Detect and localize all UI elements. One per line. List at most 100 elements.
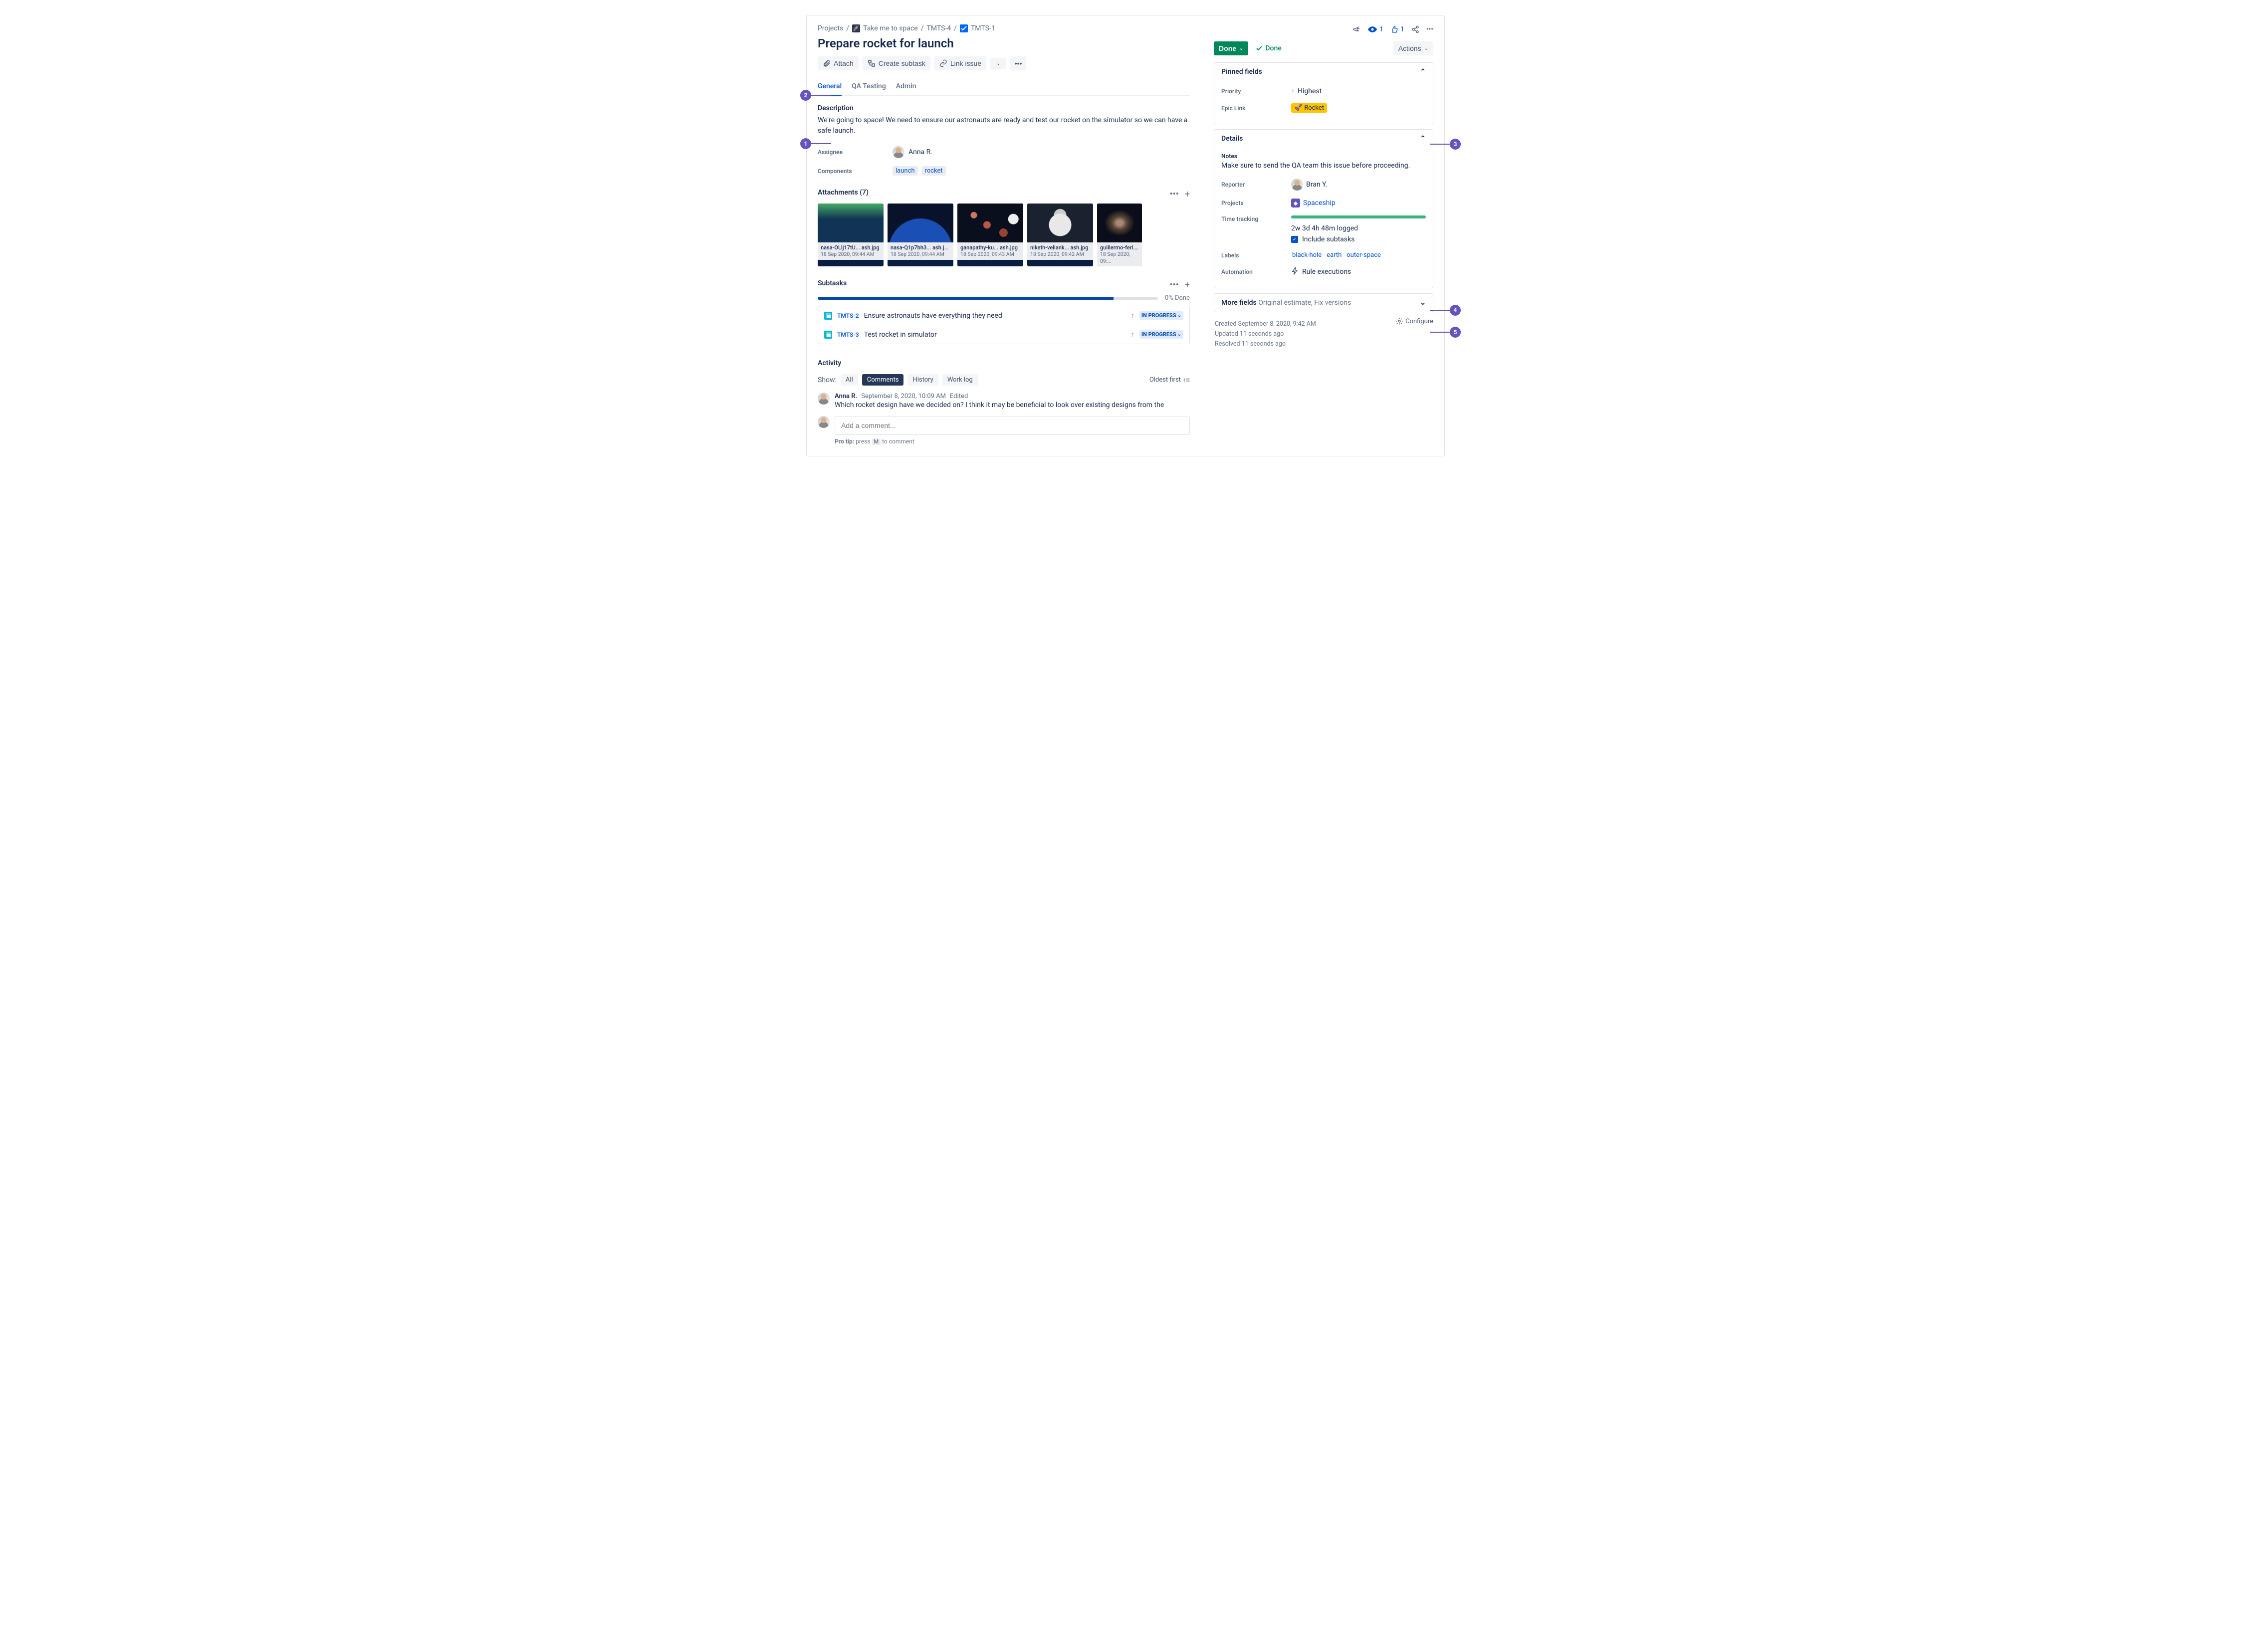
issue-type-icon [960,24,968,32]
comment-author[interactable]: Anna R. [835,393,857,400]
subtask-row[interactable]: TMTS-2 Ensure astronauts have everything… [818,306,1189,325]
subtask-title[interactable]: Test rocket in simulator [864,331,1126,339]
priority-highest-icon: ↑ [1291,87,1295,95]
activity-tab-history[interactable]: History [907,374,938,386]
chevron-down-icon: ⌄ [1239,46,1243,51]
tab-qa-testing[interactable]: QA Testing [852,79,886,96]
create-subtask-button[interactable]: Create subtask [863,56,930,70]
attachment-thumb[interactable]: nasa-OLlj17tU... ash.jpg18 Sep 2020, 09:… [818,204,884,266]
breadcrumb-projects[interactable]: Projects [818,24,843,32]
time-tracking-bar[interactable] [1291,215,1426,218]
more-actions-button[interactable]: ••• [1010,56,1026,70]
subtask-key[interactable]: TMTS-3 [837,331,859,338]
pinned-fields-header[interactable]: Pinned fields ⌃ [1214,63,1433,81]
priority-value[interactable]: Highest [1298,87,1322,95]
label-chip[interactable]: earth [1326,251,1343,259]
reporter-avatar[interactable] [1291,179,1303,191]
attachment-thumb[interactable]: niketh-vellank... ash.jpg18 Sep 2020, 09… [1027,204,1093,266]
comment-avatar[interactable] [818,393,830,405]
assignee-avatar[interactable] [893,146,904,158]
attachment-thumb[interactable]: guillermo-ferl... a...18 Sep 2020, 09:..… [1097,204,1142,266]
notes-text[interactable]: Make sure to send the QA team this issue… [1221,162,1426,170]
attachment-thumb[interactable]: ganapathy-ku... ash.jpg18 Sep 2020, 09:4… [957,204,1023,266]
annotation-line [1430,144,1450,145]
subtask-type-icon [824,312,832,320]
annotation-1: 1 [800,138,811,149]
assignee-label: Assignee [818,149,893,156]
activity-tab-worklog[interactable]: Work log [942,374,978,386]
add-comment-input[interactable] [835,416,1190,435]
epic-link-badge[interactable]: 🚀Rocket [1291,103,1327,113]
subtask-status[interactable]: IN PROGRESS ⌄ [1139,330,1183,339]
include-subtasks-label: Include subtasks [1302,235,1354,243]
link-icon [939,59,947,67]
vote-button[interactable]: 1 [1390,25,1404,33]
more-button[interactable]: ••• [1426,25,1433,33]
breadcrumb-issue[interactable]: TMTS-1 [971,24,995,32]
configure-button[interactable]: Configure [1395,317,1433,325]
components-label: Components [818,168,893,175]
attach-button[interactable]: Attach [818,56,859,70]
chevron-down-icon: ⌄ [1424,46,1428,51]
assignee-name[interactable]: Anna R. [908,148,932,156]
watchers-button[interactable]: 1 [1367,24,1383,34]
label-chip[interactable]: outer-space [1346,251,1382,259]
attachment-image [818,204,884,242]
pro-tip: Pro tip: press M to comment [835,438,1190,445]
link-issue-button[interactable]: Link issue [934,56,986,70]
chevron-down-icon: ⌄ [996,61,1000,66]
details-header[interactable]: Details ⌃ [1214,130,1433,148]
breadcrumb-parent[interactable]: TMTS-4 [927,24,951,32]
description-text[interactable]: We're going to space! We need to ensure … [818,115,1190,136]
link-issue-dropdown[interactable]: ⌄ [990,58,1006,69]
subtasks-progress-label: 0% Done [1165,294,1190,302]
attachments-more-icon[interactable]: ••• [1170,189,1179,200]
include-subtasks-checkbox[interactable]: ✓ [1291,236,1298,243]
subtasks-add-icon[interactable]: + [1185,280,1190,290]
automation-link[interactable]: Rule executions [1302,268,1351,276]
annotation-line [1430,332,1450,333]
issue-title[interactable]: Prepare rocket for launch [818,36,1190,50]
activity-sort-button[interactable]: Oldest first ↑≡ [1149,376,1190,384]
reporter-name[interactable]: Bran Y. [1306,181,1328,189]
subtasks-more-icon[interactable]: ••• [1170,280,1179,290]
attachments-add-icon[interactable]: + [1185,189,1190,200]
subtask-status[interactable]: IN PROGRESS ⌄ [1139,311,1183,320]
subtask-type-icon [824,331,832,339]
time-tracking-value: 2w 3d 4h 48m logged [1291,224,1426,232]
project-link[interactable]: Spaceship [1303,199,1336,207]
attachment-image [1027,204,1093,242]
current-user-avatar [818,416,830,428]
priority-icon: ↑ [1131,311,1134,320]
comment-text: Which rocket design have we decided on? … [835,401,1164,409]
chevron-down-icon: ⌄ [1177,332,1181,337]
actions-button[interactable]: Actions ⌄ [1393,41,1433,55]
issue-meta-times: Created September 8, 2020, 9:42 AM Updat… [1214,317,1317,351]
component-chip[interactable]: launch [893,166,918,176]
more-fields-header[interactable]: More fields Original estimate, Fix versi… [1214,294,1433,312]
attachment-thumb[interactable]: nasa-Q1p7bh3... ash.jpg18 Sep 2020, 09:4… [888,204,953,266]
tab-general[interactable]: General [818,79,842,96]
component-chip[interactable]: rocket [922,166,946,176]
subtask-row[interactable]: TMTS-3 Test rocket in simulator ↑ IN PRO… [818,325,1189,344]
status-button[interactable]: Done ⌄ [1214,41,1248,55]
activity-tab-comments[interactable]: Comments [862,374,904,386]
time-tracking-label: Time tracking [1221,215,1291,222]
feedback-icon[interactable] [1352,25,1360,33]
subtask-key[interactable]: TMTS-2 [837,312,859,319]
description-heading: Description [818,104,1190,112]
project-avatar-icon: 🚀 [852,24,860,32]
subtask-title[interactable]: Ensure astronauts have everything they n… [864,312,1126,320]
tab-admin[interactable]: Admin [896,79,916,96]
sort-icon: ↑≡ [1183,376,1190,384]
activity-tab-all[interactable]: All [841,374,858,386]
chevron-up-icon: ⌃ [1420,135,1426,143]
subtasks-heading: Subtasks [818,279,847,287]
attachment-icon [823,59,831,67]
breadcrumb-project[interactable]: Take me to space [863,24,918,32]
attachment-image [957,204,1023,242]
annotation-3: 3 [1450,139,1461,150]
rocket-icon: 🚀 [1294,104,1302,112]
label-chip[interactable]: black-hole [1291,251,1323,259]
share-button[interactable] [1411,25,1419,33]
